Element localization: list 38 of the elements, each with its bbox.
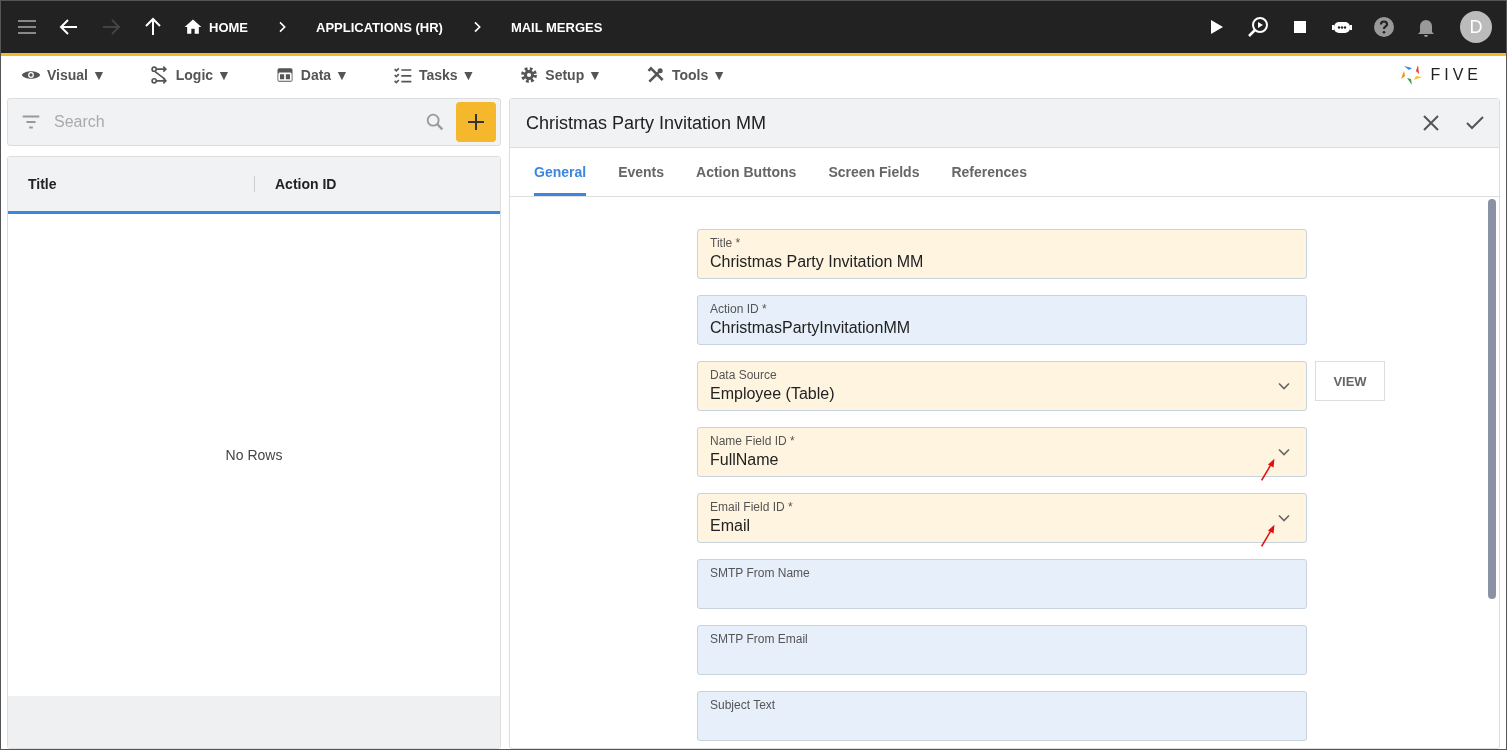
menu-item[interactable]: Setup ▼ [519,65,602,85]
column-header[interactable]: Title [8,176,254,192]
breadcrumb-link[interactable]: MAIL MERGES [510,19,603,35]
input-field[interactable]: Title * Christmas Party Invitation MM [697,229,1307,279]
tab[interactable]: General [534,148,587,196]
input-field[interactable]: SMTP From Name [697,559,1307,609]
tools-icon [645,65,666,85]
add-button[interactable] [456,102,496,142]
help-icon[interactable] [1372,15,1396,39]
input-field[interactable]: Subject Text [697,691,1307,741]
breadcrumb-link[interactable]: APPLICATIONS (HR) [316,19,443,35]
menu-item[interactable]: Data ▼ [274,65,349,85]
breadcrumb-link[interactable]: HOME [183,17,248,37]
menu-item[interactable]: Logic ▼ [149,65,231,85]
tab[interactable]: References [951,148,1027,196]
dropdown-field[interactable]: Data Source Employee (Table) [697,361,1307,411]
tab[interactable]: Action Buttons [696,148,797,196]
view-button[interactable]: VIEW [1315,361,1385,401]
search-field[interactable]: Search [52,112,414,132]
menu-item[interactable]: Tools ▼ [645,65,726,85]
search-icon[interactable] [424,111,446,133]
tab[interactable]: Events [618,148,665,196]
magnifier-play-icon[interactable] [1246,15,1270,39]
flow-icon [149,65,170,85]
empty-message: No Rows [225,447,283,463]
logo-wordmark: FIVE [1430,66,1482,84]
gear-icon [519,65,540,85]
input-field[interactable]: SMTP From Email [697,625,1307,675]
home-icon [183,17,203,37]
input-field[interactable]: Action ID * ChristmasPartyInvitationMM [697,295,1307,345]
search-bar[interactable]: Search [7,98,501,146]
form-title: Christmas Party Invitation MM [526,112,767,134]
scrollbar[interactable] [1488,199,1496,599]
menu-item[interactable]: Tasks ▼ [392,65,476,85]
checklist-icon [392,65,413,85]
tab[interactable]: Screen Fields [828,148,920,196]
column-header[interactable]: Action ID [254,176,500,192]
menu-item[interactable]: Visual ▼ [21,65,106,85]
